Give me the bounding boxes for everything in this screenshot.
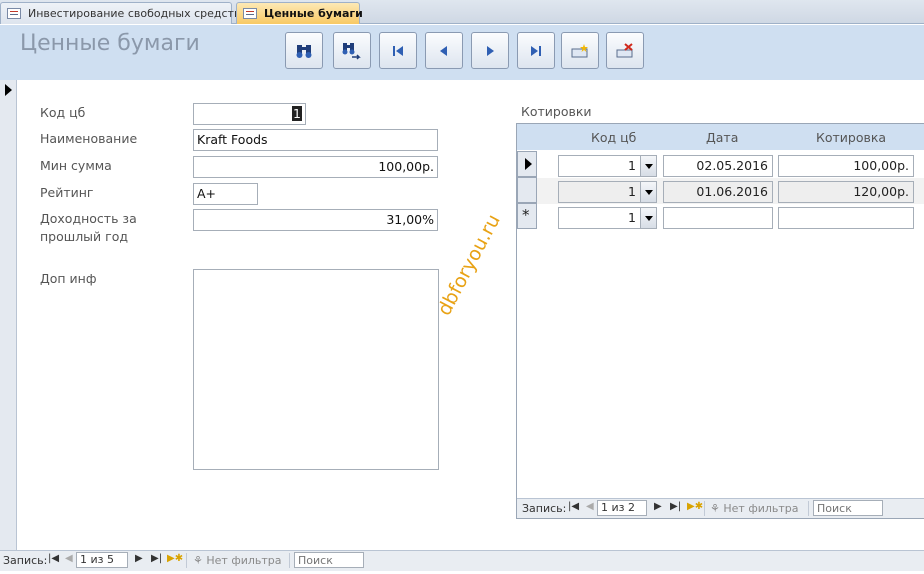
nav-divider xyxy=(289,553,290,568)
first-record-icon[interactable]: |◀ xyxy=(568,501,579,512)
first-record-button[interactable] xyxy=(379,32,417,69)
document-tab-strip: Инвестирование свободных средств Ценные … xyxy=(0,0,924,24)
current-record-icon xyxy=(5,84,12,96)
rating-field[interactable]: A+ xyxy=(193,183,258,205)
form-header: Ценные бумаги xyxy=(0,25,924,80)
name-label: Наименование xyxy=(40,131,138,146)
min-sum-field[interactable]: 100,00р. xyxy=(193,156,438,178)
subform-filter-indicator[interactable]: ⚘ Нет фильтра xyxy=(710,502,799,515)
nav-divider xyxy=(704,501,705,516)
find-button[interactable] xyxy=(285,32,323,69)
previous-record-icon[interactable]: ◀ xyxy=(65,553,73,564)
main-record-position[interactable]: 1 из 5 xyxy=(76,552,128,568)
tab-investment-label: Инвестирование свободных средств xyxy=(28,7,241,20)
row-quote-cell[interactable]: 100,00р. xyxy=(778,155,914,177)
current-row-icon xyxy=(525,158,532,170)
new-record-icon[interactable]: ▶✱ xyxy=(687,501,703,512)
page-title: Ценные бумаги xyxy=(20,31,200,56)
first-record-icon xyxy=(393,45,403,56)
row-selector[interactable] xyxy=(517,177,537,203)
column-header-quote[interactable]: Котировка xyxy=(816,130,886,145)
tab-securities-label: Ценные бумаги xyxy=(264,7,363,20)
tab-securities[interactable]: Ценные бумаги xyxy=(236,2,363,24)
extra-label: Доп инф xyxy=(40,271,97,286)
next-record-icon[interactable]: ▶ xyxy=(135,553,143,564)
row-kod-value: 1 xyxy=(628,184,636,199)
next-record-icon[interactable]: ▶ xyxy=(654,501,662,512)
next-record-icon xyxy=(487,45,494,56)
rating-label: Рейтинг xyxy=(40,185,94,200)
row-kod-combo[interactable]: 1 xyxy=(558,155,657,177)
watermark-text: dbforyou.ru xyxy=(433,210,505,320)
subform-record-position[interactable]: 1 из 2 xyxy=(597,500,647,516)
first-record-icon[interactable]: |◀ xyxy=(48,553,59,564)
name-field[interactable]: Kraft Foods xyxy=(193,129,438,151)
yield-label-line2: прошлый год xyxy=(40,229,129,244)
column-header-date[interactable]: Дата xyxy=(706,130,738,145)
chevron-down-icon[interactable] xyxy=(640,208,656,228)
previous-record-button[interactable] xyxy=(425,32,463,69)
filter-icon: ⚘ xyxy=(193,554,203,567)
subform-search-input[interactable] xyxy=(813,500,883,516)
min-sum-label: Мин сумма xyxy=(40,158,112,173)
yield-field[interactable]: 31,00% xyxy=(193,209,438,231)
filter-icon: ⚘ xyxy=(710,502,720,515)
chevron-down-icon[interactable] xyxy=(640,156,656,176)
main-filter-label: Нет фильтра xyxy=(206,554,282,567)
last-record-icon[interactable]: ▶| xyxy=(670,501,681,512)
previous-record-icon[interactable]: ◀ xyxy=(586,501,594,512)
tab-investment[interactable]: Инвестирование свободных средств xyxy=(0,2,240,24)
subform-caption: Котировки xyxy=(521,104,592,119)
new-record-icon[interactable]: ▶✱ xyxy=(167,553,183,564)
last-record-icon xyxy=(531,45,541,56)
kod-label: Код цб xyxy=(40,105,86,120)
new-row-quote-cell[interactable] xyxy=(778,207,914,229)
row-kod-value: 1 xyxy=(628,158,636,173)
form-icon xyxy=(243,8,257,19)
main-filter-indicator[interactable]: ⚘ Нет фильтра xyxy=(193,554,282,567)
new-row-date-cell[interactable] xyxy=(663,207,773,229)
new-record-button[interactable] xyxy=(561,32,599,69)
row-kod-combo[interactable]: 1 xyxy=(558,181,657,203)
new-row-kod-combo[interactable]: 1 xyxy=(558,207,657,229)
binoculars-find-icon xyxy=(296,44,312,58)
last-record-button[interactable] xyxy=(517,32,555,69)
row-date-cell[interactable]: 02.05.2016 xyxy=(663,155,773,177)
new-record-star-icon: * xyxy=(522,206,530,224)
row-date-cell[interactable]: 01.06.2016 xyxy=(663,181,773,203)
nav-divider xyxy=(186,553,187,568)
new-row-kod-value: 1 xyxy=(628,210,636,225)
yield-label-line1: Доходность за xyxy=(40,211,137,226)
new-row-selector[interactable]: * xyxy=(517,203,537,229)
chevron-down-icon[interactable] xyxy=(640,182,656,202)
find-next-button[interactable] xyxy=(333,32,371,69)
row-selector[interactable] xyxy=(517,151,537,177)
main-search-input[interactable] xyxy=(294,552,364,568)
find-next-icon xyxy=(342,42,361,60)
main-nav-label: Запись: xyxy=(3,554,48,567)
delete-record-button[interactable] xyxy=(606,32,644,69)
subform-nav-label: Запись: xyxy=(522,502,567,515)
previous-record-icon xyxy=(440,45,447,56)
new-record-icon xyxy=(571,43,588,57)
nav-divider xyxy=(808,501,809,516)
row-quote-cell[interactable]: 120,00р. xyxy=(778,181,914,203)
subform-filter-label: Нет фильтра xyxy=(723,502,799,515)
subform-navigation-bar: Запись: |◀ ◀ 1 из 2 ▶ ▶| ▶✱ ⚘ Нет фильтр… xyxy=(517,498,924,518)
form-navigation-bar: Запись: |◀ ◀ 1 из 5 ▶ ▶| ▶✱ ⚘ Нет фильтр… xyxy=(0,550,924,571)
record-selector[interactable] xyxy=(0,80,17,550)
next-record-button[interactable] xyxy=(471,32,509,69)
quotes-subform: Код цб Дата Котировка 1 02.05.2016 100,0… xyxy=(516,123,924,519)
last-record-icon[interactable]: ▶| xyxy=(151,553,162,564)
extra-info-field[interactable] xyxy=(193,269,439,470)
column-header-kod[interactable]: Код цб xyxy=(591,130,636,145)
form-icon xyxy=(7,8,21,19)
kod-field[interactable]: 1 xyxy=(193,103,306,125)
subform-header: Код цб Дата Котировка xyxy=(517,124,924,150)
kod-value: 1 xyxy=(292,106,302,121)
delete-record-icon xyxy=(616,42,633,57)
